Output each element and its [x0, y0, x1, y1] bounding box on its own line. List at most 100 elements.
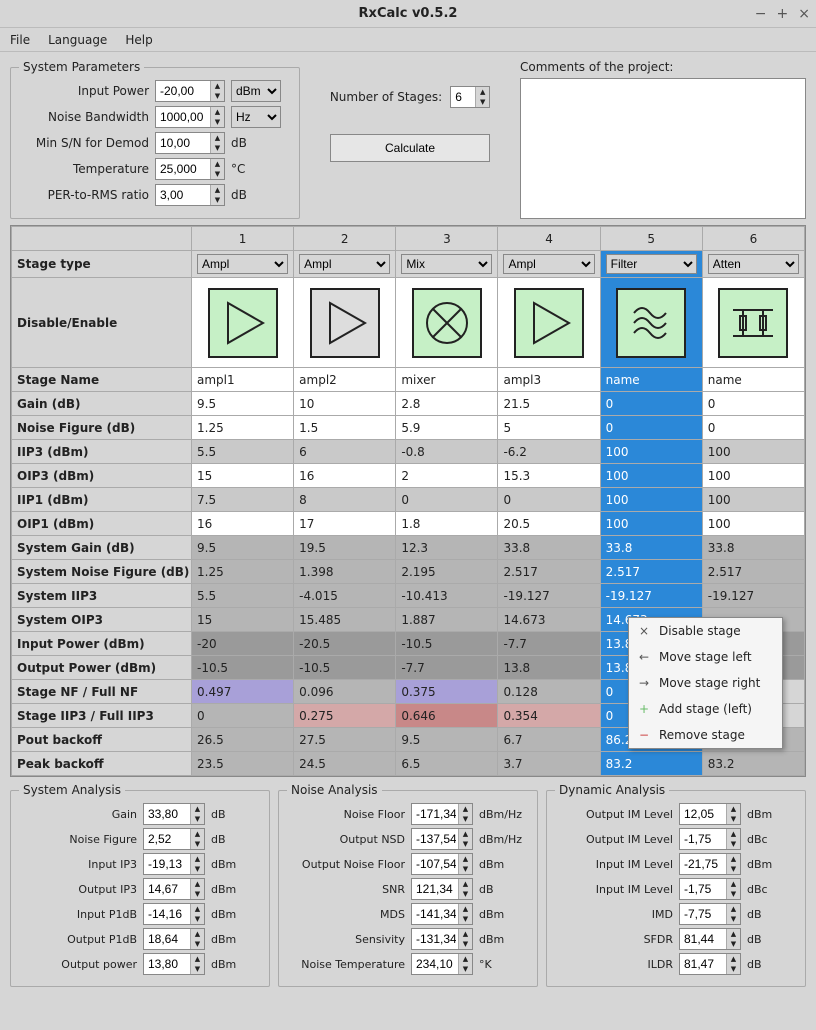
spin-up-icon[interactable]: ▲ — [210, 159, 224, 169]
cell-8-5[interactable]: 2.517 — [600, 560, 702, 584]
col-header-4[interactable]: 4 — [498, 227, 600, 251]
spin-down-icon[interactable]: ▼ — [210, 117, 224, 127]
spin-down-icon[interactable]: ▼ — [458, 839, 472, 849]
cell-2-1[interactable]: 1.25 — [192, 416, 294, 440]
cell-0-3[interactable]: mixer — [396, 368, 498, 392]
spin-down-icon[interactable]: ▼ — [190, 964, 204, 974]
spin-up-icon[interactable]: ▲ — [190, 954, 204, 964]
cell-6-3[interactable]: 1.8 — [396, 512, 498, 536]
stage-type-select-5[interactable]: Filter — [606, 254, 697, 274]
cell-12-1[interactable]: -10.5 — [192, 656, 294, 680]
cell-6-6[interactable]: 100 — [702, 512, 804, 536]
stage-type-select-2[interactable]: Ampl — [299, 254, 390, 274]
cell-7-6[interactable]: 33.8 — [702, 536, 804, 560]
spin-down-icon[interactable]: ▼ — [726, 939, 740, 949]
spin-up-icon[interactable]: ▲ — [458, 904, 472, 914]
cell-2-6[interactable]: 0 — [702, 416, 804, 440]
spin-up-icon[interactable]: ▲ — [190, 829, 204, 839]
spin-up-icon[interactable]: ▲ — [190, 854, 204, 864]
spin-up-icon[interactable]: ▲ — [190, 929, 204, 939]
spin-up-icon[interactable]: ▲ — [726, 829, 740, 839]
cell-6-1[interactable]: 16 — [192, 512, 294, 536]
close-button[interactable]: × — [798, 6, 810, 22]
context-item-0[interactable]: ×Disable stage — [629, 618, 782, 644]
cell-4-1[interactable]: 15 — [192, 464, 294, 488]
unit-select-0[interactable]: dBm — [231, 80, 281, 102]
col-header-6[interactable]: 6 — [702, 227, 804, 251]
cell-15-2[interactable]: 27.5 — [294, 728, 396, 752]
cell-4-2[interactable]: 16 — [294, 464, 396, 488]
spin-up-icon[interactable]: ▲ — [726, 879, 740, 889]
stage-icon-2[interactable] — [294, 278, 396, 368]
cell-8-6[interactable]: 2.517 — [702, 560, 804, 584]
cell-9-4[interactable]: -19.127 — [498, 584, 600, 608]
cell-15-3[interactable]: 9.5 — [396, 728, 498, 752]
cell-4-5[interactable]: 100 — [600, 464, 702, 488]
cell-8-4[interactable]: 2.517 — [498, 560, 600, 584]
spin-up-icon[interactable]: ▲ — [726, 854, 740, 864]
cell-10-3[interactable]: 1.887 — [396, 608, 498, 632]
col-header-5[interactable]: 5 — [600, 227, 702, 251]
col-header-2[interactable]: 2 — [294, 227, 396, 251]
cell-7-1[interactable]: 9.5 — [192, 536, 294, 560]
cell-0-4[interactable]: ampl3 — [498, 368, 600, 392]
cell-11-2[interactable]: -20.5 — [294, 632, 396, 656]
stage-type-select-3[interactable]: Mix — [401, 254, 492, 274]
col-header-3[interactable]: 3 — [396, 227, 498, 251]
cell-9-1[interactable]: 5.5 — [192, 584, 294, 608]
cell-11-4[interactable]: -7.7 — [498, 632, 600, 656]
cell-13-4[interactable]: 0.128 — [498, 680, 600, 704]
cell-1-4[interactable]: 21.5 — [498, 392, 600, 416]
cell-3-4[interactable]: -6.2 — [498, 440, 600, 464]
cell-1-3[interactable]: 2.8 — [396, 392, 498, 416]
cell-2-4[interactable]: 5 — [498, 416, 600, 440]
cell-16-1[interactable]: 23.5 — [192, 752, 294, 776]
cell-12-3[interactable]: -7.7 — [396, 656, 498, 680]
cell-8-2[interactable]: 1.398 — [294, 560, 396, 584]
cell-14-2[interactable]: 0.275 — [294, 704, 396, 728]
cell-11-1[interactable]: -20 — [192, 632, 294, 656]
cell-3-1[interactable]: 5.5 — [192, 440, 294, 464]
cell-8-1[interactable]: 1.25 — [192, 560, 294, 584]
spin-down-icon[interactable]: ▼ — [458, 814, 472, 824]
cell-16-2[interactable]: 24.5 — [294, 752, 396, 776]
cell-3-6[interactable]: 100 — [702, 440, 804, 464]
cell-5-1[interactable]: 7.5 — [192, 488, 294, 512]
spin-down-icon[interactable]: ▼ — [458, 914, 472, 924]
cell-2-3[interactable]: 5.9 — [396, 416, 498, 440]
cell-5-5[interactable]: 100 — [600, 488, 702, 512]
spin-down-icon[interactable]: ▼ — [458, 939, 472, 949]
spin-up-icon[interactable]: ▲ — [458, 854, 472, 864]
cell-16-4[interactable]: 3.7 — [498, 752, 600, 776]
spin-down-icon[interactable]: ▼ — [458, 889, 472, 899]
spin-down-icon[interactable]: ▼ — [190, 814, 204, 824]
cell-15-1[interactable]: 26.5 — [192, 728, 294, 752]
cell-3-2[interactable]: 6 — [294, 440, 396, 464]
stage-icon-1[interactable] — [192, 278, 294, 368]
spin-up-icon[interactable]: ▲ — [210, 107, 224, 117]
cell-11-3[interactable]: -10.5 — [396, 632, 498, 656]
spin-down-icon[interactable]: ▼ — [190, 864, 204, 874]
stage-icon-3[interactable] — [396, 278, 498, 368]
cell-4-3[interactable]: 2 — [396, 464, 498, 488]
spin-up-icon[interactable]: ▲ — [458, 954, 472, 964]
cell-8-3[interactable]: 2.195 — [396, 560, 498, 584]
spin-down-icon[interactable]: ▼ — [726, 889, 740, 899]
cell-0-1[interactable]: ampl1 — [192, 368, 294, 392]
spin-down-icon[interactable]: ▼ — [458, 964, 472, 974]
cell-12-4[interactable]: 13.8 — [498, 656, 600, 680]
cell-7-5[interactable]: 33.8 — [600, 536, 702, 560]
spin-up-icon[interactable]: ▲ — [190, 804, 204, 814]
spin-down-icon[interactable]: ▼ — [726, 914, 740, 924]
cell-4-6[interactable]: 100 — [702, 464, 804, 488]
cell-5-3[interactable]: 0 — [396, 488, 498, 512]
stage-type-select-1[interactable]: Ampl — [197, 254, 288, 274]
spin-up-icon[interactable]: ▲ — [458, 829, 472, 839]
spin-up-icon[interactable]: ▲ — [726, 904, 740, 914]
calculate-button[interactable]: Calculate — [330, 134, 490, 162]
cell-10-4[interactable]: 14.673 — [498, 608, 600, 632]
spin-down-icon[interactable]: ▼ — [210, 143, 224, 153]
cell-9-2[interactable]: -4.015 — [294, 584, 396, 608]
cell-1-5[interactable]: 0 — [600, 392, 702, 416]
spin-up-icon[interactable]: ▲ — [210, 185, 224, 195]
